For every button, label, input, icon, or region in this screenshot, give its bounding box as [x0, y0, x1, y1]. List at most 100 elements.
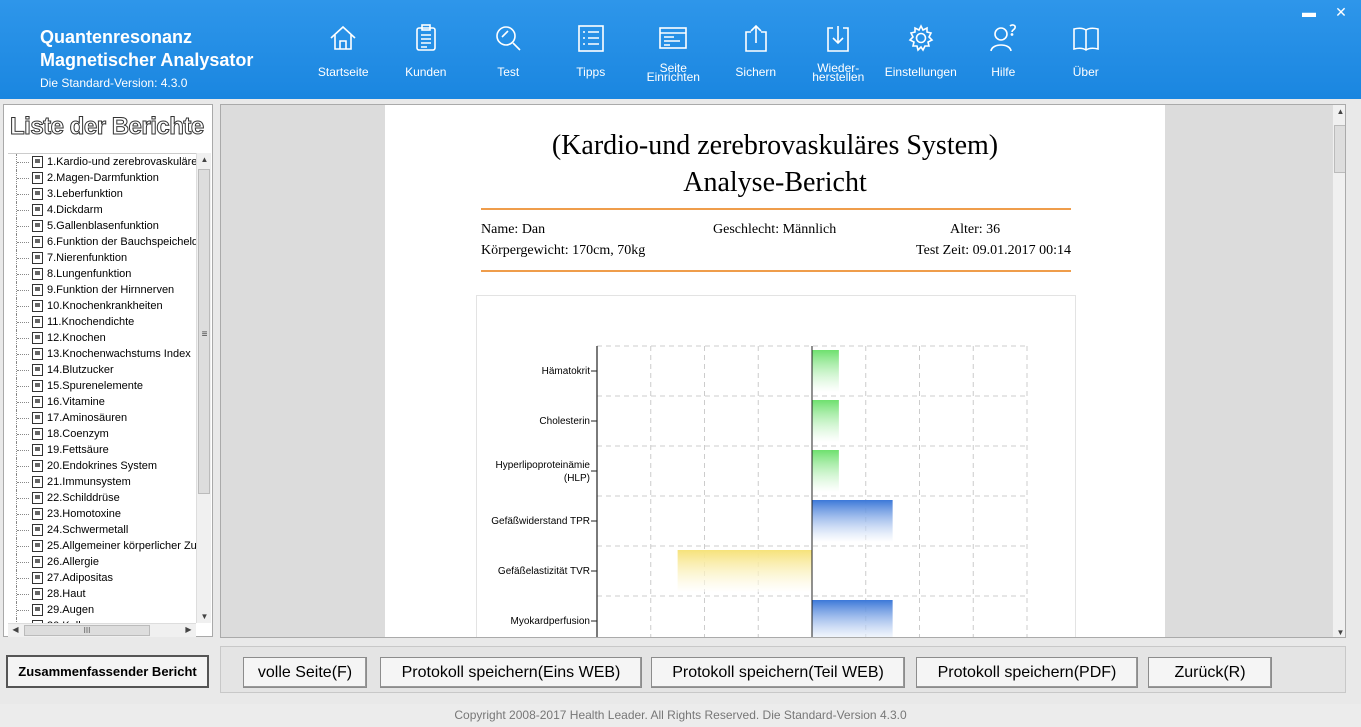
document-icon	[32, 412, 43, 424]
analysis-chart: Hämatokrit Cholesterin Hyperlipoproteinämi…	[476, 295, 1076, 637]
toolbar-tipps[interactable]: Tipps	[550, 22, 633, 82]
save-one-web-button[interactable]: Protokoll speichern(Eins WEB)	[380, 657, 642, 688]
scroll-right-arrow-icon[interactable]: ▶	[181, 625, 196, 634]
report-list-item[interactable]: 1.Kardio-und zerebrovaskuläres	[8, 154, 196, 170]
toolbar-test[interactable]: Test	[467, 22, 550, 82]
full-page-button[interactable]: volle Seite(F)	[243, 657, 367, 688]
tree-connector	[16, 298, 30, 314]
scroll-left-arrow-icon[interactable]: ◀	[8, 625, 23, 634]
toolbar-startseite[interactable]: Startseite	[302, 22, 385, 82]
document-icon	[32, 588, 43, 600]
report-list-item[interactable]: 2.Magen-Darmfunktion	[8, 170, 196, 186]
tree-connector	[16, 570, 30, 586]
report-list-item[interactable]: 9.Funktion der Hirnnerven	[8, 282, 196, 298]
report-list-item-label: 20.Endokrines System	[47, 460, 158, 472]
report-list-item[interactable]: 10.Knochenkrankheiten	[8, 298, 196, 314]
report-view: (Kardio-und zerebrovaskuläres System) An…	[220, 104, 1346, 638]
document-icon	[32, 252, 43, 264]
report-list-item[interactable]: 27.Adipositas	[8, 570, 196, 586]
report-list-item-label: 11.Knochendichte	[47, 316, 135, 328]
report-list-item[interactable]: 6.Funktion der Bauchspeicheld	[8, 234, 196, 250]
report-list-item[interactable]: 5.Gallenblasenfunktion	[8, 218, 196, 234]
toolbar-hilfe[interactable]: Hilfe	[962, 22, 1045, 82]
tree-connector	[16, 586, 30, 602]
toolbar-sichern[interactable]: Sichern	[715, 22, 798, 82]
report-list-item[interactable]: 24.Schwermetall	[8, 522, 196, 538]
toolbar-kunden[interactable]: Kunden	[385, 22, 468, 82]
toolbar-label-hilfe: Hilfe	[991, 65, 1016, 79]
save-pdf-button[interactable]: Protokoll speichern(PDF)	[916, 657, 1138, 688]
report-list-item[interactable]: 7.Nierenfunktion	[8, 250, 196, 266]
report-list-item[interactable]: 4.Dickdarm	[8, 202, 196, 218]
report-list-item-label: 7.Nierenfunktion	[47, 252, 128, 264]
document-icon	[32, 172, 43, 184]
minimize-button[interactable]: ▬	[1295, 2, 1323, 22]
report-list-item[interactable]: 8.Lungenfunktion	[8, 266, 196, 282]
document-icon	[32, 604, 43, 616]
report-list-item[interactable]: 20.Endokrines System	[8, 458, 196, 474]
report-list-item[interactable]: 21.Immunsystem	[8, 474, 196, 490]
document-icon	[32, 348, 43, 360]
scroll-down-arrow-icon[interactable]: ▼	[1333, 628, 1345, 637]
scroll-up-arrow-icon[interactable]: ▲	[197, 155, 212, 164]
summary-report-button[interactable]: Zusammenfassender Bericht	[6, 655, 209, 688]
chart-bar	[812, 350, 839, 392]
tree-connector	[16, 218, 30, 234]
close-button[interactable]: ✕	[1327, 2, 1355, 22]
report-page: (Kardio-und zerebrovaskuläres System) An…	[385, 105, 1165, 637]
report-list-item[interactable]: 11.Knochendichte	[8, 314, 196, 330]
toolbar-label-einstellungen: Einstellungen	[884, 65, 957, 79]
report-list-item[interactable]: 3.Leberfunktion	[8, 186, 196, 202]
scroll-up-arrow-icon[interactable]: ▲	[1333, 107, 1345, 116]
report-list-item-label: 28.Haut	[47, 588, 86, 600]
scroll-down-arrow-icon[interactable]: ▼	[197, 612, 212, 621]
document-icon	[32, 220, 43, 232]
report-list-item[interactable]: 18.Coenzym	[8, 426, 196, 442]
toolbar-ueber[interactable]: Über	[1045, 22, 1128, 82]
report-list-item-label: 12.Knochen	[47, 332, 106, 344]
tree-connector	[16, 410, 30, 426]
toolbar-seite-einrichten[interactable]: Seite Einrichten	[632, 22, 715, 83]
save-part-web-button[interactable]: Protokoll speichern(Teil WEB)	[651, 657, 905, 688]
tree-connector	[16, 186, 30, 202]
tree-connector	[16, 282, 30, 298]
report-list-item[interactable]: 29.Augen	[8, 602, 196, 618]
report-list-vscrollbar[interactable]: ▲ ≡ ▼	[196, 153, 211, 623]
report-list-item[interactable]: 19.Fettsäure	[8, 442, 196, 458]
report-list-item-label: 5.Gallenblasenfunktion	[47, 220, 159, 232]
report-list-item-label: 23.Homotoxine	[47, 508, 121, 520]
report-list-item-label: 18.Coenzym	[47, 428, 109, 440]
toolbar-einstellungen[interactable]: Einstellungen	[880, 22, 963, 82]
report-list-item-label: 24.Schwermetall	[47, 524, 129, 536]
document-icon	[32, 284, 43, 296]
report-list-item[interactable]: 14.Blutzucker	[8, 362, 196, 378]
hscroll-thumb[interactable]: III	[24, 625, 150, 636]
app-title-line2: Magnetischer Analysator	[40, 50, 254, 70]
document-icon	[32, 204, 43, 216]
report-list-item[interactable]: 25.Allgemeiner körperlicher Zus	[8, 538, 196, 554]
toolbar-wiederherstellen[interactable]: Wieder- herstellen	[797, 22, 880, 83]
report-scroll-thumb[interactable]	[1334, 125, 1345, 173]
document-icon	[32, 332, 43, 344]
tree-connector	[16, 442, 30, 458]
report-list-item[interactable]: 16.Vitamine	[8, 394, 196, 410]
report-list-item-label: 8.Lungenfunktion	[47, 268, 132, 280]
report-list-item[interactable]: 26.Allergie	[8, 554, 196, 570]
report-list-item[interactable]: 28.Haut	[8, 586, 196, 602]
back-button[interactable]: Zurück(R)	[1148, 657, 1272, 688]
report-list-hscrollbar[interactable]: ◀ III ▶	[8, 623, 196, 637]
report-vscrollbar[interactable]: ▲ ▼	[1332, 105, 1345, 637]
report-list-item[interactable]: 17.Aminosäuren	[8, 410, 196, 426]
tree-connector	[16, 554, 30, 570]
tree-connector	[16, 170, 30, 186]
report-list-item-label: 16.Vitamine	[47, 396, 105, 408]
document-icon	[32, 540, 43, 552]
report-list-item[interactable]: 13.Knochenwachstums Index	[8, 346, 196, 362]
document-icon	[32, 156, 43, 168]
report-list-item[interactable]: 22.Schilddrüse	[8, 490, 196, 506]
document-icon	[32, 492, 43, 504]
chart-category-label: Hyperlipoproteinämie (HLP)	[496, 460, 591, 484]
report-list-item[interactable]: 12.Knochen	[8, 330, 196, 346]
report-list-item[interactable]: 15.Spurenelemente	[8, 378, 196, 394]
report-list-item[interactable]: 23.Homotoxine	[8, 506, 196, 522]
